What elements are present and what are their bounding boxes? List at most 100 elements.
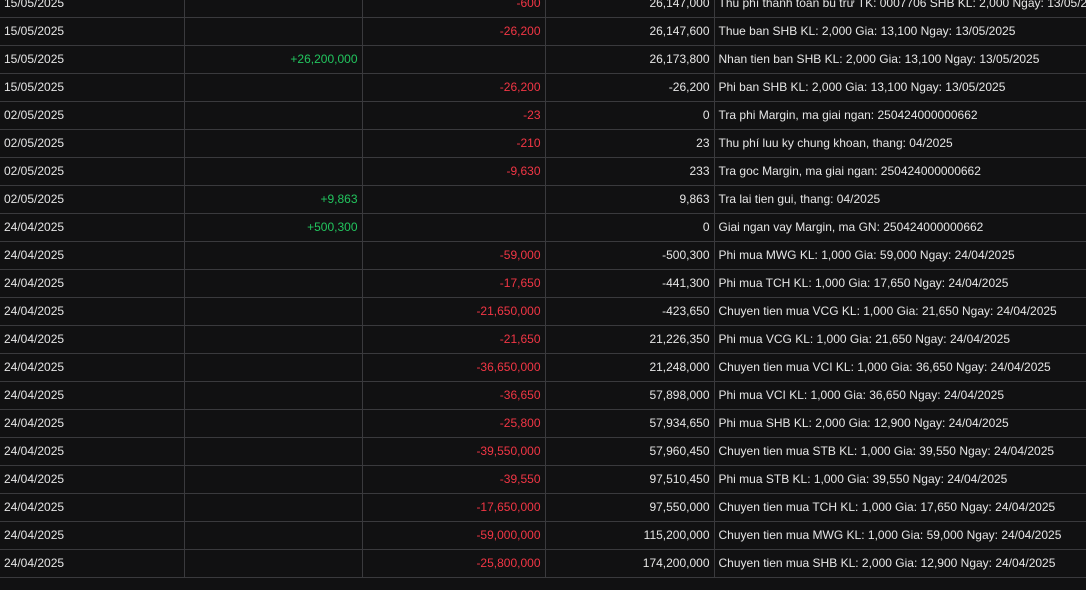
debit-amount-cell: -17,650	[362, 269, 546, 298]
table-row[interactable]: 24/04/2025 -25,800,000 174,200,000 Chuyen t…	[0, 549, 1086, 578]
transaction-date-cell: 24/04/2025	[0, 353, 185, 382]
debit-amount-cell: -26,200	[362, 73, 546, 102]
description-cell: Chuyen tien mua MWG KL: 1,000 Gia: 59,00…	[714, 521, 1086, 550]
balance-cell: 0	[545, 101, 715, 130]
credit-amount-cell	[184, 353, 363, 382]
balance-cell: 57,898,000	[545, 381, 715, 410]
balance-cell: 21,226,350	[545, 325, 715, 354]
credit-amount-cell	[184, 465, 363, 494]
credit-amount-cell	[184, 73, 363, 102]
table-row[interactable]: 24/04/2025 -36,650,000 21,248,000 Chuyen ti…	[0, 353, 1086, 382]
debit-amount-cell: -9,630	[362, 157, 546, 186]
transaction-date-cell: 24/04/2025	[0, 549, 185, 578]
description-cell: Phi ban SHB KL: 2,000 Gia: 13,100 Ngay: …	[714, 73, 1086, 102]
credit-amount-cell	[184, 101, 363, 130]
description-cell: Tra goc Margin, ma giai ngan: 2504240000…	[714, 157, 1086, 186]
table-row[interactable]: 24/04/2025 -36,650 57,898,000 Phi mua VCI K…	[0, 381, 1086, 410]
debit-amount-cell: -210	[362, 129, 546, 158]
table-row[interactable]: 02/05/2025 +9,863 9,863 Tra lai tien gui, t…	[0, 185, 1086, 214]
table-row[interactable]: 24/04/2025 -21,650,000 -423,650 Chuyen tien…	[0, 297, 1086, 326]
description-cell: Thue ban SHB KL: 2,000 Gia: 13,100 Ngay:…	[714, 17, 1086, 46]
table-row[interactable]: 24/04/2025 -39,550,000 57,960,450 Chuyen ti…	[0, 437, 1086, 466]
credit-amount-cell	[184, 521, 363, 550]
credit-amount-cell: +500,300	[184, 213, 363, 242]
debit-amount-cell: -23	[362, 101, 546, 130]
table-row[interactable]: 15/05/2025 -26,200 -26,200 Phi ban SHB KL: …	[0, 73, 1086, 102]
transaction-date-cell: 24/04/2025	[0, 465, 185, 494]
table-row[interactable]: 24/04/2025 -21,650 21,226,350 Phi mua VCG K…	[0, 325, 1086, 354]
transaction-date-cell: 24/04/2025	[0, 297, 185, 326]
table-row[interactable]: 24/04/2025 -39,550 97,510,450 Phi mua STB K…	[0, 465, 1086, 494]
debit-amount-cell	[362, 45, 546, 74]
description-cell: Chuyen tien mua SHB KL: 2,000 Gia: 12,90…	[714, 549, 1086, 578]
credit-amount-cell	[184, 17, 363, 46]
debit-amount-cell: -600	[362, 0, 546, 18]
description-cell: Tra lai tien gui, thang: 04/2025	[714, 185, 1086, 214]
transaction-date-cell: 24/04/2025	[0, 213, 185, 242]
ledger-body: 15/05/2025 -600 26,147,000 Thu phí thanh to…	[0, 0, 1086, 578]
credit-amount-cell	[184, 157, 363, 186]
balance-cell: 233	[545, 157, 715, 186]
credit-amount-cell	[184, 437, 363, 466]
table-row[interactable]: 15/05/2025 -600 26,147,000 Thu phí thanh to…	[0, 0, 1086, 18]
transaction-date-cell: 15/05/2025	[0, 17, 185, 46]
credit-amount-cell	[184, 549, 363, 578]
debit-amount-cell	[362, 213, 546, 242]
description-cell: Chuyen tien mua TCH KL: 1,000 Gia: 17,65…	[714, 493, 1086, 522]
table-row[interactable]: 24/04/2025 -25,800 57,934,650 Phi mua SHB K…	[0, 409, 1086, 438]
table-row[interactable]: 02/05/2025 -210 23 Thu phí luu ky chung kho…	[0, 129, 1086, 158]
transaction-date-cell: 24/04/2025	[0, 409, 185, 438]
credit-amount-cell: +26,200,000	[184, 45, 363, 74]
transaction-date-cell: 24/04/2025	[0, 381, 185, 410]
debit-amount-cell: -59,000	[362, 241, 546, 270]
balance-cell: 26,147,000	[545, 0, 715, 18]
table-row[interactable]: 24/04/2025 +500,300 0 Giai ngan vay Margin,…	[0, 213, 1086, 242]
table-row[interactable]: 02/05/2025 -9,630 233 Tra goc Margin, ma gi…	[0, 157, 1086, 186]
balance-cell: 9,863	[545, 185, 715, 214]
credit-amount-cell	[184, 381, 363, 410]
balance-cell: 23	[545, 129, 715, 158]
debit-amount-cell: -25,800	[362, 409, 546, 438]
description-cell: Chuyen tien mua STB KL: 1,000 Gia: 39,55…	[714, 437, 1086, 466]
table-row[interactable]: 15/05/2025 +26,200,000 26,173,800 Nhan tien…	[0, 45, 1086, 74]
description-cell: Phi mua STB KL: 1,000 Gia: 39,550 Ngay: …	[714, 465, 1086, 494]
debit-amount-cell: -21,650	[362, 325, 546, 354]
debit-amount-cell	[362, 185, 546, 214]
credit-amount-cell	[184, 409, 363, 438]
balance-cell: 115,200,000	[545, 521, 715, 550]
debit-amount-cell: -36,650	[362, 381, 546, 410]
debit-amount-cell: -26,200	[362, 17, 546, 46]
balance-cell: -500,300	[545, 241, 715, 270]
transaction-date-cell: 24/04/2025	[0, 493, 185, 522]
transaction-date-cell: 15/05/2025	[0, 45, 185, 74]
table-row[interactable]: 24/04/2025 -59,000 -500,300 Phi mua MWG KL:…	[0, 241, 1086, 270]
credit-amount-cell	[184, 269, 363, 298]
transaction-date-cell: 02/05/2025	[0, 157, 185, 186]
table-row[interactable]: 15/05/2025 -26,200 26,147,600 Thue ban SHB …	[0, 17, 1086, 46]
table-row[interactable]: 24/04/2025 -17,650,000 97,550,000 Chuyen ti…	[0, 493, 1086, 522]
credit-amount-cell: +9,863	[184, 185, 363, 214]
balance-cell: 21,248,000	[545, 353, 715, 382]
table-row[interactable]: 24/04/2025 -17,650 -441,300 Phi mua TCH KL:…	[0, 269, 1086, 298]
table-row[interactable]: 02/05/2025 -23 0 Tra phi Margin, ma giai ng…	[0, 101, 1086, 130]
transaction-date-cell: 24/04/2025	[0, 437, 185, 466]
description-cell: Chuyen tien mua VCG KL: 1,000 Gia: 21,65…	[714, 297, 1086, 326]
transaction-date-cell: 24/04/2025	[0, 241, 185, 270]
balance-cell: -441,300	[545, 269, 715, 298]
debit-amount-cell: -39,550,000	[362, 437, 546, 466]
balance-cell: 0	[545, 213, 715, 242]
credit-amount-cell	[184, 493, 363, 522]
description-cell: Nhan tien ban SHB KL: 2,000 Gia: 13,100 …	[714, 45, 1086, 74]
transaction-date-cell: 02/05/2025	[0, 101, 185, 130]
description-cell: Thu phí thanh toán bù trừ TK: 0007706 SH…	[714, 0, 1086, 18]
balance-cell: 26,173,800	[545, 45, 715, 74]
debit-amount-cell: -17,650,000	[362, 493, 546, 522]
credit-amount-cell	[184, 129, 363, 158]
description-cell: Phi mua VCG KL: 1,000 Gia: 21,650 Ngay: …	[714, 325, 1086, 354]
transaction-date-cell: 15/05/2025	[0, 0, 185, 18]
credit-amount-cell	[184, 325, 363, 354]
table-row[interactable]: 24/04/2025 -59,000,000 115,200,000 Chuyen t…	[0, 521, 1086, 550]
transaction-date-cell: 02/05/2025	[0, 185, 185, 214]
credit-amount-cell	[184, 297, 363, 326]
description-cell: Phi mua SHB KL: 2,000 Gia: 12,900 Ngay: …	[714, 409, 1086, 438]
